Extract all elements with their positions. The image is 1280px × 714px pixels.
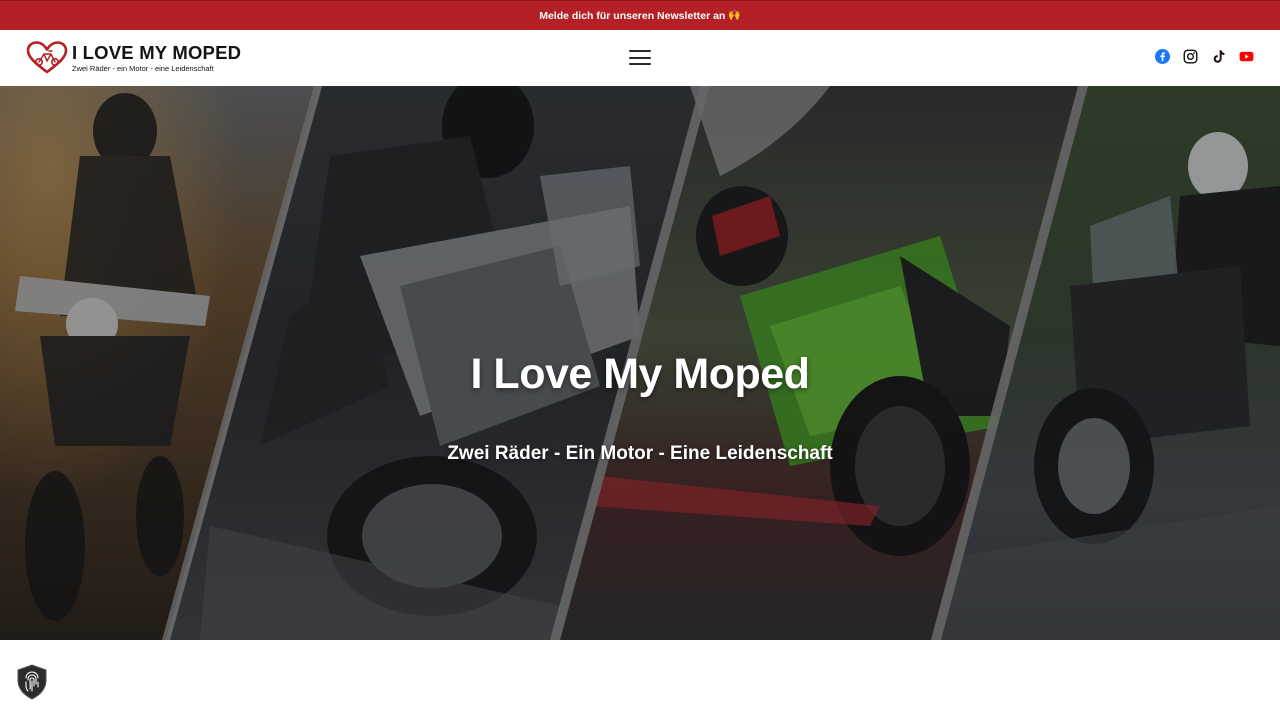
newsletter-announcement-text[interactable]: Melde dich für unseren Newsletter an — [539, 10, 725, 22]
menu-bar — [629, 56, 651, 59]
heart-moped-logo-icon — [26, 41, 68, 74]
logo-tagline: Zwei Räder - ein Motor - eine Leidenscha… — [72, 64, 214, 73]
menu-bar — [629, 50, 651, 52]
hero-title: I Love My Moped — [470, 350, 810, 398]
newsletter-announcement-bar[interactable]: Melde dich für unseren Newsletter an 🙌 — [0, 0, 1280, 30]
hero-banner: I Love My Moped Zwei Räder - Ein Motor -… — [0, 86, 1280, 640]
hero-subtitle: Zwei Räder - Ein Motor - Eine Leidenscha… — [447, 443, 833, 464]
menu-bar — [629, 63, 651, 65]
site-header: I LOVE MY MOPED Zwei Räder - ein Motor -… — [0, 30, 1280, 86]
hamburger-menu-button[interactable] — [629, 49, 651, 66]
instagram-icon[interactable] — [1183, 49, 1198, 64]
raised-hands-icon: 🙌 — [728, 10, 741, 21]
social-links — [1155, 49, 1254, 64]
facebook-icon[interactable] — [1155, 49, 1170, 64]
site-logo[interactable]: I LOVE MY MOPED Zwei Räder - ein Motor -… — [26, 41, 241, 75]
logo-title: I LOVE MY MOPED — [72, 42, 242, 63]
fingerprint-shield-icon[interactable] — [16, 664, 48, 700]
tiktok-icon[interactable] — [1211, 49, 1226, 64]
youtube-icon[interactable] — [1239, 49, 1254, 64]
